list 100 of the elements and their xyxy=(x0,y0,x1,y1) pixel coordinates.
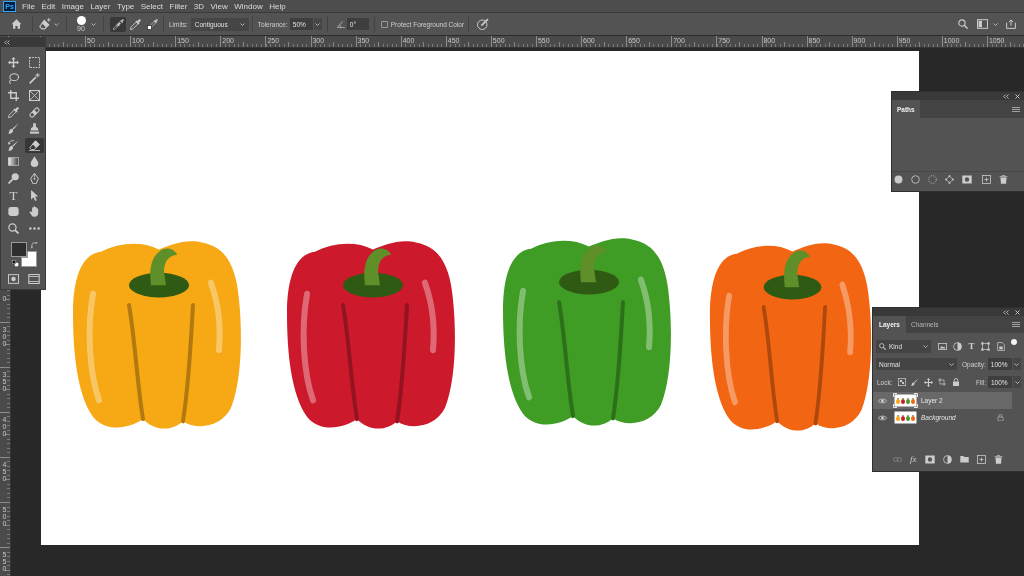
layer-thumbnail xyxy=(893,393,918,408)
diamond-path-icon[interactable] xyxy=(945,175,954,184)
screen-mode-icon[interactable] xyxy=(28,274,40,284)
image-icon[interactable] xyxy=(937,342,947,350)
drop-icon xyxy=(29,156,40,168)
rounded-rectangle-icon xyxy=(8,206,19,218)
folder-icon[interactable] xyxy=(959,455,969,463)
crop-icon xyxy=(8,90,19,101)
stamp-icon xyxy=(29,123,40,135)
caret-button[interactable] xyxy=(313,18,322,30)
dot-icon[interactable] xyxy=(1011,339,1017,345)
tool-button[interactable]: T xyxy=(4,187,23,203)
caret-button[interactable] xyxy=(1013,376,1021,388)
magic-wand-icon xyxy=(29,73,40,85)
tool-button[interactable] xyxy=(25,137,44,153)
gradient-icon xyxy=(8,156,19,168)
sampling-button[interactable] xyxy=(144,16,160,32)
eye-icon[interactable] xyxy=(878,414,887,421)
plus-square-icon[interactable] xyxy=(982,175,991,184)
lock-icon[interactable] xyxy=(951,378,960,386)
swap-arrow-icon[interactable] xyxy=(31,241,38,249)
bandage-icon xyxy=(29,106,40,118)
menu-item[interactable]: View xyxy=(210,0,228,12)
brush-icon xyxy=(8,123,19,135)
search-icon xyxy=(879,342,886,350)
trash-icon[interactable] xyxy=(993,454,1003,464)
close-icon[interactable] xyxy=(1015,309,1020,315)
menu-item[interactable]: Help xyxy=(269,0,286,12)
document-icon[interactable] xyxy=(996,341,1005,351)
eyedropper-swatch-icon xyxy=(146,18,158,30)
circle-icon[interactable] xyxy=(911,175,920,184)
caret-icon[interactable] xyxy=(54,22,59,26)
caret-icon xyxy=(239,22,245,26)
menu-item[interactable]: Type xyxy=(116,0,135,12)
caret-icon[interactable] xyxy=(993,22,998,26)
checkerboard-icon[interactable] xyxy=(897,378,906,386)
menu-icon[interactable] xyxy=(1012,322,1020,327)
menu-item[interactable]: 3D xyxy=(193,0,205,12)
menu-item[interactable]: Window xyxy=(234,0,263,12)
sampling-button[interactable] xyxy=(110,16,126,32)
move-icon xyxy=(8,56,19,68)
eraser-icon[interactable] xyxy=(39,18,51,30)
layer-thumbnail xyxy=(893,410,918,425)
frame-icon xyxy=(29,90,40,101)
plus-square-icon[interactable] xyxy=(976,454,986,464)
caret-icon xyxy=(923,344,928,348)
eye-icon[interactable] xyxy=(878,397,887,404)
angle-icon xyxy=(336,20,345,28)
filled-circle-icon[interactable] xyxy=(894,175,903,184)
effects-button[interactable]: fx xyxy=(910,454,917,464)
menu-item[interactable]: Layer xyxy=(90,0,111,12)
caret-icon[interactable] xyxy=(91,22,96,26)
menu-item[interactable]: File xyxy=(22,0,35,12)
brush-tip-icon xyxy=(76,16,86,25)
move-icon[interactable] xyxy=(923,377,933,387)
panel-layout-icon[interactable] xyxy=(977,19,988,29)
collapse-icon[interactable] xyxy=(1003,93,1009,99)
menu-item[interactable]: Image xyxy=(61,0,84,12)
caret-button[interactable] xyxy=(1012,358,1021,370)
arrow-pointer-icon xyxy=(29,189,40,201)
collapse-icon[interactable] xyxy=(1003,309,1009,315)
menu-item[interactable]: Filter xyxy=(169,0,188,12)
caret-icon xyxy=(1014,362,1020,366)
hand-icon xyxy=(29,206,40,218)
mask-icon[interactable] xyxy=(924,454,935,464)
eraser-icon xyxy=(29,139,40,151)
transform-box-icon[interactable] xyxy=(981,341,990,351)
home-icon[interactable] xyxy=(11,19,22,29)
quick-mask-icon[interactable] xyxy=(8,274,19,284)
foreground-swatch-icon[interactable] xyxy=(11,242,27,258)
eyedropper-icon xyxy=(8,106,19,118)
brush-icon[interactable] xyxy=(910,378,919,386)
checkbox[interactable] xyxy=(380,20,388,28)
menu-item[interactable]: Edit xyxy=(41,0,56,12)
history-brush-icon xyxy=(8,139,19,151)
trash-icon[interactable] xyxy=(999,175,1008,184)
lasso-icon xyxy=(8,73,19,85)
menu-item[interactable]: Select xyxy=(140,0,163,12)
dodge-icon xyxy=(8,172,19,184)
close-icon[interactable] xyxy=(1015,93,1020,99)
collapse-icon[interactable] xyxy=(4,40,10,45)
eyedropper-icon xyxy=(129,18,141,30)
caret-icon xyxy=(949,362,954,366)
default-colors-icon[interactable] xyxy=(12,260,19,268)
marquee-icon xyxy=(29,56,40,68)
zoom-icon xyxy=(8,222,19,234)
half-circle-icon[interactable] xyxy=(953,341,962,351)
share-icon[interactable] xyxy=(1006,19,1016,29)
caret-icon xyxy=(315,22,321,26)
type-filter-button[interactable]: T xyxy=(968,341,975,351)
sampling-button[interactable] xyxy=(127,16,143,32)
half-circle-icon[interactable] xyxy=(942,454,952,464)
eyedroppers-icon xyxy=(112,18,124,30)
artboard-icon[interactable] xyxy=(937,378,946,386)
search-icon[interactable] xyxy=(958,19,968,29)
stylus-icon[interactable] xyxy=(477,18,490,30)
caret-icon xyxy=(1014,380,1020,384)
menu-icon[interactable] xyxy=(1012,106,1020,112)
mask-icon[interactable] xyxy=(962,175,972,184)
pen-icon xyxy=(29,172,40,184)
